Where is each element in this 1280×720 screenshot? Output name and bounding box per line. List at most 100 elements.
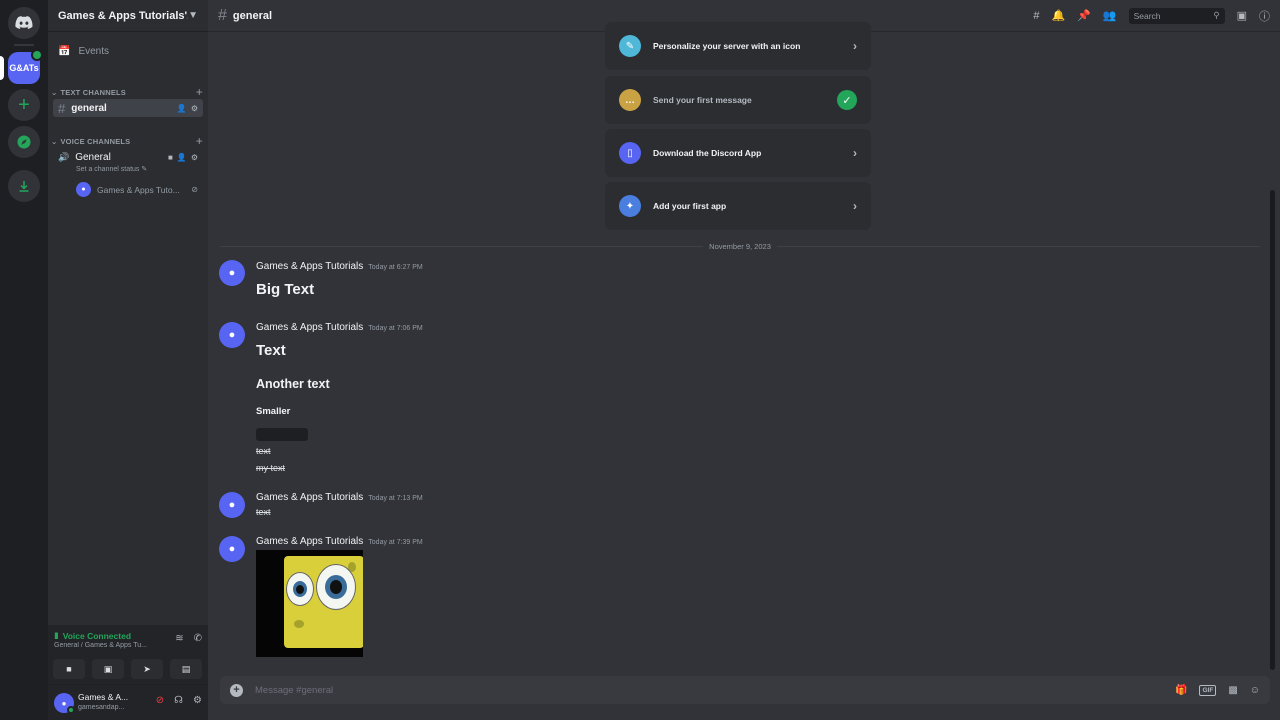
user-panel: ● Games & A... gamesandap... ⊘ ☊ ⚙ xyxy=(48,685,208,720)
emoji-icon[interactable]: ☺ xyxy=(1250,685,1260,696)
message-bubble-icon: … xyxy=(619,89,641,111)
participant-name: Games & Apps Tuto... xyxy=(97,184,180,195)
speaker-icon: 🔊 xyxy=(58,151,70,162)
channel-status[interactable]: Set a channel status ✎ xyxy=(76,165,147,173)
help-icon[interactable]: ⓘ xyxy=(1259,8,1270,24)
message-timestamp: Today at 7:39 PM xyxy=(368,539,423,546)
message-timestamp: Today at 7:06 PM xyxy=(368,325,423,332)
events-label: Events xyxy=(78,45,110,57)
create-channel-icon[interactable]: + xyxy=(196,134,203,148)
invite-member-icon[interactable]: 👤 xyxy=(177,104,187,113)
server-icon[interactable]: G&ATs xyxy=(8,49,43,84)
onboarding-card-icon[interactable]: ✎ Personalize your server with an icon › xyxy=(605,22,871,70)
message-header: Games & Apps Tutorials Today at 6:27 PM xyxy=(256,261,423,272)
message-author[interactable]: Games & Apps Tutorials xyxy=(256,492,363,503)
message-heading-1: Big Text xyxy=(256,281,315,298)
sticker-icon[interactable]: ▩ xyxy=(1228,685,1237,696)
sponge-pupil xyxy=(330,580,342,594)
add-attachment-icon[interactable]: + xyxy=(230,683,243,697)
hashtag-icon: # xyxy=(58,100,66,116)
username[interactable]: Games & A... xyxy=(78,692,130,702)
discord-home-icon[interactable] xyxy=(8,7,40,39)
avatar[interactable]: ● xyxy=(219,492,245,518)
bell-icon[interactable]: 🔔 xyxy=(1051,9,1065,22)
text-channels-category[interactable]: ⌄ Text Channels + xyxy=(51,85,203,99)
invite-member-icon[interactable]: 👤 xyxy=(177,153,187,162)
scrollbar[interactable] xyxy=(1270,190,1275,670)
avatar: ● xyxy=(76,182,91,197)
activity-button[interactable]: ➤ xyxy=(131,659,163,679)
inbox-icon[interactable]: ▣ xyxy=(1237,9,1247,22)
headphones-icon[interactable]: ☊ xyxy=(174,695,183,706)
soundboard-button[interactable]: ▤ xyxy=(170,659,202,679)
gift-icon[interactable]: 🎁 xyxy=(1175,685,1187,696)
message-author[interactable]: Games & Apps Tutorials xyxy=(256,536,363,547)
message-header: Games & Apps Tutorials Today at 7:06 PM xyxy=(256,322,423,333)
image-attachment[interactable] xyxy=(256,550,363,657)
mute-microphone-icon[interactable]: ⊘ xyxy=(156,695,164,706)
message-timestamp: Today at 7:13 PM xyxy=(368,495,423,502)
server-header[interactable]: Games & Apps Tutorials'... ▼ xyxy=(48,0,208,32)
camera-button[interactable]: ■ xyxy=(53,659,85,679)
events-link[interactable]: 📅 Events xyxy=(58,42,109,60)
chat-bubble-icon[interactable]: ■ xyxy=(168,153,173,162)
channel-sidebar: Games & Apps Tutorials'... ▼ 📅 Events ⌄ … xyxy=(48,0,208,720)
onboarding-card-message[interactable]: … Send your first message ✓ xyxy=(605,76,871,124)
gear-icon[interactable]: ⚙ xyxy=(191,153,198,162)
rocket-icon: ➤ xyxy=(143,663,151,674)
card-label: Add your first app xyxy=(653,201,727,211)
message-heading-2: Another text xyxy=(256,377,330,391)
noise-suppression-icon[interactable]: ≋ xyxy=(175,633,183,644)
onboarding-card-download[interactable]: ▯ Download the Discord App › xyxy=(605,129,871,177)
strikethrough-text: text xyxy=(256,507,271,517)
screen-share-button[interactable]: ▣ xyxy=(92,659,124,679)
search-icon: ⚲ xyxy=(1213,10,1220,20)
chevron-right-icon: › xyxy=(853,39,857,53)
search-input[interactable]: Search ⚲ xyxy=(1128,7,1225,24)
voice-channels-category[interactable]: ⌄ Voice Channels + xyxy=(51,134,203,148)
members-icon[interactable]: 👥 xyxy=(1103,9,1117,22)
gear-icon[interactable]: ⚙ xyxy=(193,695,202,706)
message-composer[interactable]: + Message #general 🎁 GIF ▩ ☺ xyxy=(220,676,1270,704)
message-author[interactable]: Games & Apps Tutorials xyxy=(256,322,363,333)
download-apps-icon[interactable] xyxy=(8,170,40,202)
muted-mic-icon: ⊘ xyxy=(191,185,198,194)
spoiler-block[interactable] xyxy=(256,428,308,441)
avatar[interactable]: ● xyxy=(219,260,245,286)
avatar[interactable]: ● xyxy=(219,322,245,348)
message-timestamp: Today at 6:27 PM xyxy=(368,264,423,271)
avatar[interactable]: ● xyxy=(219,536,245,562)
add-server-icon[interactable]: + xyxy=(8,89,40,121)
hashtag-icon: # xyxy=(218,6,227,24)
create-channel-icon[interactable]: + xyxy=(196,85,203,99)
soundboard-icon: ▤ xyxy=(181,663,191,674)
explore-compass-icon[interactable] xyxy=(8,126,40,158)
message-input[interactable]: Message #general xyxy=(255,685,1175,696)
server-name: Games & Apps Tutorials'... xyxy=(58,9,189,22)
pencil-icon: ✎ xyxy=(141,166,148,173)
rail-separator xyxy=(14,44,34,46)
threads-icon[interactable]: # xyxy=(1033,10,1039,22)
screen-share-icon: ▣ xyxy=(103,663,113,674)
strikethrough-text: text xyxy=(256,446,271,456)
discord-app: G&ATs + Games & Apps Tutorials'... ▼ 📅 E… xyxy=(0,0,1280,720)
gif-icon[interactable]: GIF xyxy=(1199,684,1217,696)
channel-name: General xyxy=(75,151,111,163)
pin-icon[interactable]: 📌 xyxy=(1077,9,1091,22)
phone-icon: ▯ xyxy=(619,142,641,164)
onboarding-card-app[interactable]: ✦ Add your first app › xyxy=(605,182,871,230)
message-author[interactable]: Games & Apps Tutorials xyxy=(256,261,363,272)
voice-channel-general[interactable]: 🔊 General ■ 👤 ⚙ xyxy=(53,148,203,166)
server-rail: G&ATs + xyxy=(0,0,48,720)
gear-icon[interactable]: ⚙ xyxy=(191,104,198,113)
channel-item-general[interactable]: # general 👤 ⚙ xyxy=(53,99,203,117)
sponge-pupil xyxy=(296,585,304,594)
brush-icon: ✎ xyxy=(619,35,641,57)
strikethrough-text: my text xyxy=(256,463,286,473)
chevron-down-icon: ▼ xyxy=(188,10,198,21)
disconnect-icon[interactable]: ✆ xyxy=(194,633,202,644)
voice-channel-path: General / Games & Apps Tu... xyxy=(54,642,147,649)
voice-connected-status[interactable]: ▮ Voice Connected xyxy=(54,630,131,641)
voice-participant[interactable]: ● Games & Apps Tuto... ⊘ xyxy=(76,182,198,197)
message-heading-1: Text xyxy=(256,342,286,359)
